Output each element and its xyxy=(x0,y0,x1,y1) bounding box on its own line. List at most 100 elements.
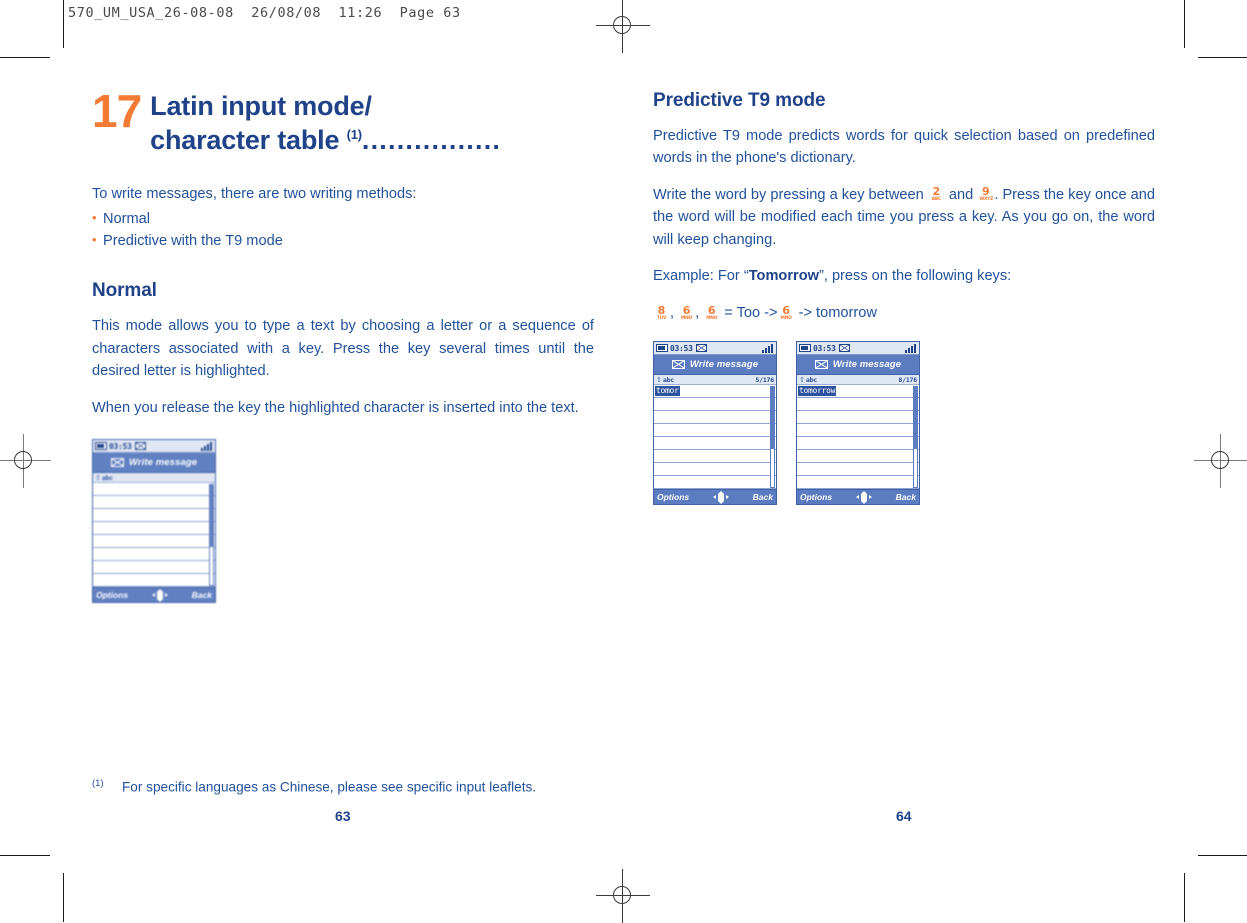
battery-icon xyxy=(799,344,811,353)
text-line xyxy=(93,496,215,510)
crop-mark-top-right-horizontal xyxy=(1198,57,1247,58)
text-line xyxy=(797,437,919,451)
right-page-column: Predictive T9 mode Predictive T9 mode pr… xyxy=(653,90,1155,506)
envelope-icon xyxy=(838,344,850,353)
softkey-back[interactable]: Back xyxy=(753,492,773,502)
character-counter: 8/176 xyxy=(898,375,917,384)
chapter-title-line-1: Latin input mode/ xyxy=(150,91,372,121)
phone-title-label: Write message xyxy=(832,359,902,371)
text-line xyxy=(654,437,776,451)
normal-paragraph-1: This mode allows you to type a text by c… xyxy=(92,318,594,380)
battery-icon xyxy=(656,344,668,353)
navigation-pad-icon xyxy=(712,490,729,504)
phone-screenshot-normal-wrapper: 03:53 Write message ⇧ abc Options Back xyxy=(92,439,594,604)
t9-example-line: Example: For “Tomorrow”, press on the fo… xyxy=(653,265,1155,287)
key-letters: ABC xyxy=(931,196,942,202)
envelope-icon xyxy=(134,442,146,451)
crop-mark-bottom-right-horizontal xyxy=(1198,855,1247,856)
t9-write-text-part1: Write the word by pressing a key between xyxy=(653,186,924,203)
battery-icon xyxy=(95,442,107,451)
footnote-mark: (1) xyxy=(92,778,104,789)
chapter-title-line-2: character table xyxy=(150,124,340,155)
key-digit: 9 xyxy=(982,184,990,198)
softkey-options[interactable]: Options xyxy=(657,492,689,502)
text-line xyxy=(797,424,919,438)
text-line xyxy=(654,476,776,490)
footnote-text: For specific languages as Chinese, pleas… xyxy=(122,779,537,795)
text-line xyxy=(93,535,215,549)
phone-title-bar: Write message xyxy=(654,355,776,376)
signal-icon xyxy=(201,441,213,451)
registration-mark-left xyxy=(0,434,51,488)
shift-arrow-icon: ⇧ xyxy=(95,473,101,482)
text-line xyxy=(654,463,776,477)
registration-mark-top xyxy=(596,0,650,53)
chapter-heading: 17 Latin input mode/ character table (1)… xyxy=(92,88,594,158)
section-title-predictive-t9: Predictive T9 mode xyxy=(653,90,826,111)
text-line xyxy=(797,450,919,464)
input-mode-label: abc xyxy=(805,375,818,384)
text-line xyxy=(93,574,215,588)
text-line xyxy=(93,548,215,562)
softkey-options[interactable]: Options xyxy=(800,492,832,502)
scrollbar[interactable] xyxy=(913,386,918,489)
crop-mark-bottom-left-vertical xyxy=(63,873,64,922)
writing-methods-list: Normal Predictive with the T9 mode xyxy=(92,208,594,253)
input-mode-label: abc xyxy=(101,473,114,482)
softkey-options[interactable]: Options xyxy=(96,590,128,600)
highlighted-word: tomorrow xyxy=(798,386,837,397)
example-suffix: ”, press on the following keys: xyxy=(818,268,1012,285)
phone-status-bar: 03:53 xyxy=(797,342,919,356)
sequence-final-result-text: -> tomorrow xyxy=(798,304,877,321)
write-message-envelope-icon xyxy=(814,360,828,370)
text-line xyxy=(93,522,215,536)
t9-key-sequence-line: 8 TUV , 6 MNO , 6 MNO = Too -> 6 MNO -> … xyxy=(655,303,877,321)
write-message-envelope-icon xyxy=(671,360,685,370)
registration-mark-right xyxy=(1194,434,1247,488)
scrollbar[interactable] xyxy=(209,484,214,587)
phone-text-area[interactable] xyxy=(93,483,215,588)
phone-text-area[interactable]: tomor xyxy=(654,385,776,490)
key-2-abc-icon: 2 ABC xyxy=(930,184,943,202)
crop-mark-top-right-vertical xyxy=(1184,0,1185,48)
softkey-back[interactable]: Back xyxy=(192,590,212,600)
crop-mark-bottom-right-vertical xyxy=(1184,873,1185,922)
key-digit: 8 xyxy=(657,303,666,317)
phone-softkey-bar: Options Back xyxy=(93,587,215,603)
phone-mode-bar: ⇧ abc xyxy=(93,473,215,484)
example-prefix: Example: For “ xyxy=(653,268,749,285)
key-9-wxyz-icon: 9 WXYZ xyxy=(979,184,993,202)
section-title-normal: Normal xyxy=(92,280,157,302)
text-line xyxy=(654,424,776,438)
key-letters: TUV xyxy=(656,315,667,321)
clock-label: 03:53 xyxy=(813,343,836,353)
key-6-mno-icon: 6 MNO xyxy=(705,305,718,321)
signal-icon xyxy=(762,343,774,353)
key-letters: MNO xyxy=(780,315,792,321)
envelope-icon xyxy=(695,344,707,353)
navigation-pad-icon xyxy=(855,490,872,504)
chapter-leader-dots: ................ xyxy=(361,124,502,155)
sequence-result-text: = Too -> xyxy=(724,304,778,321)
phone-title-bar: Write message xyxy=(93,453,215,474)
shift-arrow-icon: ⇧ xyxy=(656,375,662,384)
text-line xyxy=(797,476,919,490)
text-line xyxy=(654,398,776,412)
key-digit: 2 xyxy=(932,184,941,198)
clock-label: 03:53 xyxy=(109,441,132,451)
text-line xyxy=(797,463,919,477)
phone-softkey-bar: Options Back xyxy=(654,489,776,505)
softkey-back[interactable]: Back xyxy=(896,492,916,502)
registration-mark-bottom xyxy=(596,869,650,923)
key-digit: 6 xyxy=(682,303,691,317)
highlighted-word: tomor xyxy=(655,386,680,397)
text-line xyxy=(93,509,215,523)
text-line xyxy=(797,411,919,425)
crop-mark-bottom-left-horizontal xyxy=(0,855,50,856)
key-6-mno-final-icon: 6 MNO xyxy=(780,305,793,321)
phone-text-area[interactable]: tomorrow xyxy=(797,385,919,490)
scrollbar[interactable] xyxy=(770,386,775,489)
t9-intro-paragraph: Predictive T9 mode predicts words for qu… xyxy=(653,128,1155,167)
text-line: tomor xyxy=(654,385,776,399)
key-8-tuv-icon: 8 TUV xyxy=(655,303,668,321)
